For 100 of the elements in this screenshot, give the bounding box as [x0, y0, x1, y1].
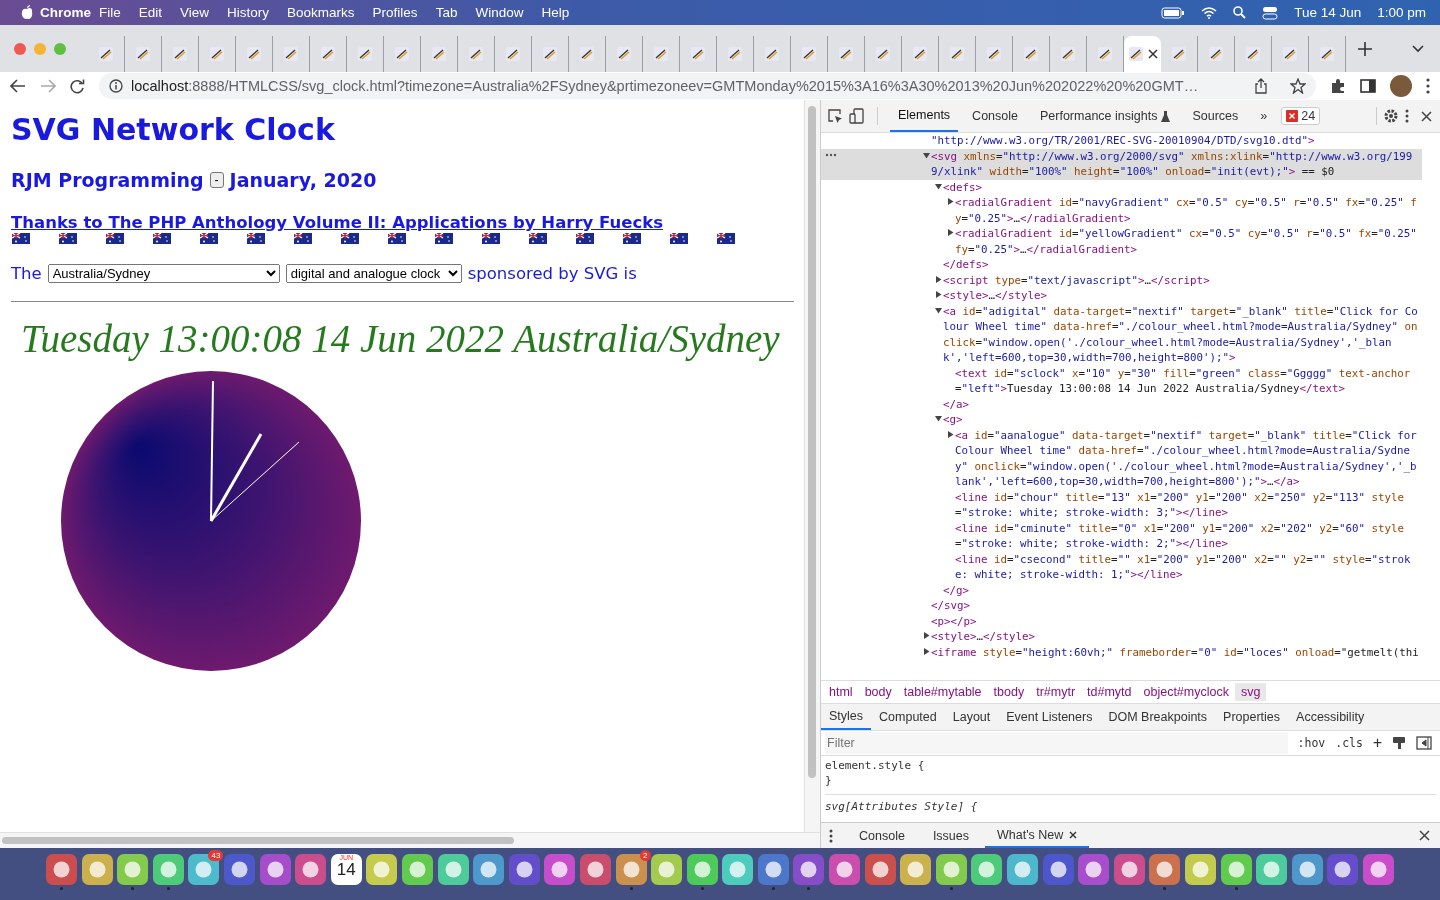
app-icon[interactable] [366, 854, 398, 885]
app-icon[interactable] [1220, 854, 1252, 885]
app-icon[interactable] [722, 854, 754, 885]
kebab-menu-icon[interactable] [829, 828, 833, 843]
app-icon[interactable] [757, 854, 789, 885]
expanded-arrow-icon[interactable] [934, 415, 942, 422]
reload-icon[interactable] [70, 78, 85, 94]
info-icon[interactable] [109, 79, 123, 93]
app-icon[interactable] [188, 854, 220, 885]
dom-node[interactable]: <radialGradient id="navyGradient" cx="0.5" cy="0.5" r="0.5" fx="0.25" fy="0.25">…</radialGradient> [821, 195, 1422, 226]
collapsed-arrow-icon[interactable] [934, 275, 942, 283]
menu-item[interactable]: View [171, 5, 219, 20]
collapsed-arrow-icon[interactable] [946, 229, 954, 236]
add-rule-button[interactable]: + [1372, 734, 1382, 752]
app-icon[interactable] [224, 854, 255, 885]
breadcrumb[interactable]: body [858, 683, 898, 701]
menu-item[interactable]: History [218, 5, 279, 20]
collapsed-arrow-icon[interactable] [946, 198, 954, 205]
breadcrumb[interactable]: td#mytd [1081, 683, 1138, 701]
styles-tab[interactable]: DOM Breakpoints [1100, 704, 1216, 730]
dom-node[interactable]: <defs> [821, 179, 1422, 195]
menu-item[interactable]: Edit [129, 5, 172, 20]
expanded-arrow-icon[interactable] [922, 151, 930, 159]
credit-link[interactable]: Thanks to The PHP Anthology Volume II: Applications by Harry Fuecks [11, 213, 663, 232]
toggle-switches-icon[interactable] [1262, 5, 1279, 20]
dom-node[interactable]: <script type="text/javascript">…</script> [821, 272, 1422, 288]
styles-tab[interactable]: Computed [871, 704, 945, 730]
horizontal-scrollbar[interactable] [0, 832, 820, 848]
inspect-icon[interactable] [827, 108, 843, 124]
menu-item[interactable]: Help [532, 5, 579, 20]
styles-tab[interactable]: Layout [944, 704, 999, 730]
dom-node[interactable]: <style>…</style> [821, 288, 1422, 304]
chevron-down-icon[interactable] [1412, 44, 1424, 53]
close-window-button[interactable] [14, 42, 26, 55]
more-icon[interactable] [825, 152, 837, 157]
avatar[interactable] [1390, 75, 1412, 97]
browser-tab[interactable] [1124, 36, 1161, 72]
app-icon[interactable] [864, 854, 896, 885]
battery-icon[interactable] [1161, 6, 1186, 19]
sidebar-toggle-icon[interactable] [1416, 736, 1432, 750]
styles-tab[interactable]: Accessibility [1288, 704, 1373, 730]
app-icon[interactable] [295, 854, 327, 885]
expanded-arrow-icon[interactable] [934, 306, 942, 314]
collapse-button[interactable]: - [209, 172, 224, 188]
styles-tab[interactable]: Properties [1215, 704, 1289, 730]
drawer-tab[interactable]: Issues [920, 823, 981, 848]
app-icon[interactable] [971, 854, 1003, 885]
star-icon[interactable] [1290, 78, 1306, 94]
breadcrumb[interactable]: html [823, 683, 859, 701]
app-icon[interactable] [686, 854, 718, 885]
app-icon[interactable] [651, 854, 683, 885]
dom-node[interactable]: <text id="sclock" x="10" y="30" fill="green" class="Ggggg" text-anchor="left">Tuesday 13:00:08 14 Jun 2022 Australia/Sydney</text> [821, 365, 1422, 397]
breadcrumb[interactable]: tr#mytr [1030, 683, 1082, 701]
collapsed-arrow-icon[interactable] [934, 291, 942, 298]
menu-item[interactable]: Bookmarks [278, 5, 364, 20]
app-icon[interactable] [1149, 854, 1181, 885]
breadcrumb[interactable]: tbody [987, 683, 1031, 701]
expanded-arrow-icon[interactable] [934, 182, 942, 190]
devtools-tab[interactable]: Performance insights [1032, 100, 1179, 132]
app-icon[interactable] [1291, 854, 1323, 885]
app-icon[interactable] [935, 854, 967, 885]
devtools-tab[interactable]: Sources [1184, 100, 1247, 132]
paint-brush-icon[interactable] [1392, 736, 1406, 750]
breadcrumb[interactable]: table#mytable [897, 683, 988, 701]
menu-item[interactable]: Chrome [34, 0, 90, 28]
app-icon[interactable] [81, 854, 113, 885]
settings-icon[interactable] [1383, 108, 1399, 124]
app-icon[interactable] [259, 854, 291, 885]
collapsed-arrow-icon[interactable] [922, 647, 930, 655]
devtools-tab[interactable]: Console [964, 100, 1026, 132]
app-icon[interactable] [1042, 854, 1074, 885]
breadcrumb[interactable]: object#myclock [1137, 683, 1235, 701]
more-tabs-button[interactable]: » [1252, 100, 1276, 132]
hov-button[interactable]: :hov [1297, 736, 1326, 750]
breadcrumb[interactable]: svg [1234, 683, 1267, 701]
app-icon[interactable] [1007, 854, 1039, 885]
close-icon[interactable] [1147, 49, 1158, 59]
error-count-badge[interactable]: 24 [1281, 107, 1321, 125]
app-icon[interactable] [401, 854, 433, 885]
app-icon[interactable] [1185, 854, 1216, 885]
menu-item[interactable]: Tab [426, 5, 467, 20]
app-icon[interactable] [1256, 854, 1288, 885]
app-icon[interactable] [579, 854, 611, 885]
dom-node[interactable]: <line id="cminute" title="0" x1="200" y1="200" x2="202" y2="60" style="stroke: white; stroke-width: 2;"></line> [821, 520, 1422, 552]
app-icon[interactable] [1078, 854, 1110, 885]
kebab-menu-icon[interactable] [1426, 78, 1430, 94]
menu-item[interactable]: Profiles [363, 5, 427, 20]
dom-node[interactable]: <line id="csecond" title="" x1="200" y1="200" x2="" y2="" style="stroke: white; stroke-width: 1;"></line> [821, 551, 1422, 583]
filter-field[interactable]: Filter [825, 732, 1288, 754]
collapsed-arrow-icon[interactable] [922, 632, 930, 639]
styles-tab[interactable]: Styles [821, 704, 872, 730]
dom-node[interactable]: <radialGradient id="yellowGradient" cx="0.5" cy="0.5" r="0.5" fx="0.25" fy="0.25">…</radialGradient> [821, 226, 1422, 257]
app-icon[interactable] [793, 854, 825, 885]
kebab-menu-icon[interactable] [1405, 109, 1409, 123]
app-icon[interactable] [1363, 854, 1394, 885]
app-icon[interactable] [829, 854, 861, 885]
app-icon[interactable] [615, 854, 647, 885]
app-icon[interactable] [900, 854, 932, 885]
app-icon[interactable] [152, 854, 184, 885]
dom-node[interactable]: "http://www.w3.org/TR/2001/REC-SVG-20010904/DTD/svg10.dtd"> [821, 133, 1422, 149]
